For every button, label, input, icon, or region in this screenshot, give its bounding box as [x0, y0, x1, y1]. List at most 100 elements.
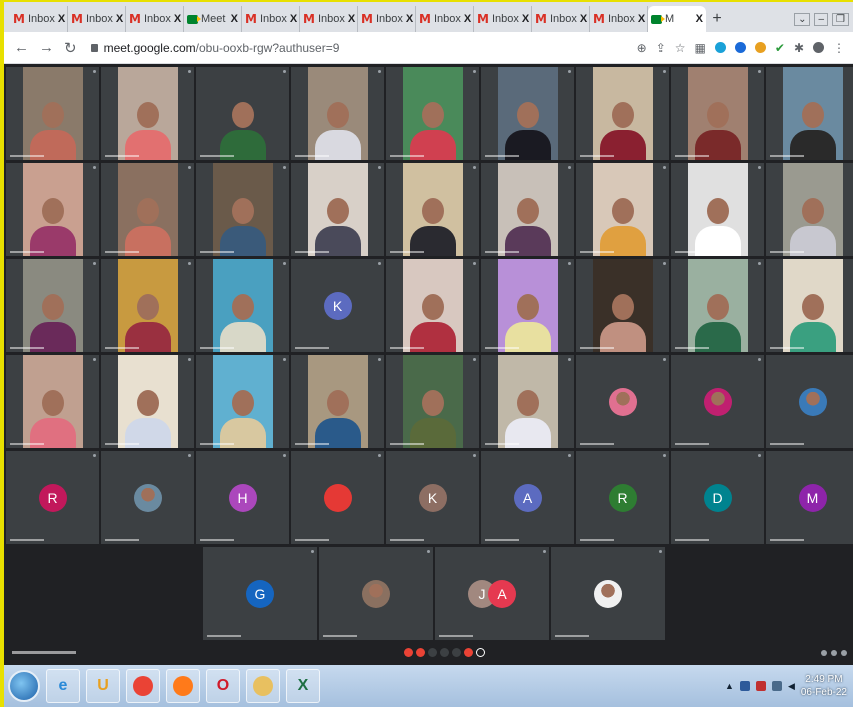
participant-tile[interactable]: [766, 163, 853, 256]
mic-off-button[interactable]: [404, 648, 413, 657]
tray-app-icon[interactable]: [739, 681, 750, 691]
tile-options-icon[interactable]: [659, 550, 662, 553]
back-icon[interactable]: ←: [14, 39, 29, 56]
tile-options-icon[interactable]: [93, 454, 96, 457]
tile-options-icon[interactable]: [663, 358, 666, 361]
tile-options-icon[interactable]: [663, 262, 666, 265]
tile-options-icon[interactable]: [283, 166, 286, 169]
people-icon[interactable]: [831, 650, 837, 656]
tile-options-icon[interactable]: [473, 262, 476, 265]
participant-tile[interactable]: [101, 163, 194, 256]
participant-tile[interactable]: A: [481, 451, 574, 544]
tile-options-icon[interactable]: [188, 70, 191, 73]
participant-tile[interactable]: H: [196, 451, 289, 544]
participant-tile[interactable]: [101, 259, 194, 352]
tile-options-icon[interactable]: [568, 70, 571, 73]
participant-tile[interactable]: [576, 259, 669, 352]
tile-options-icon[interactable]: [663, 166, 666, 169]
participant-tile[interactable]: [196, 67, 289, 160]
participant-tile[interactable]: [6, 163, 99, 256]
tab-close-icon[interactable]: X: [116, 13, 123, 25]
browser-tab[interactable]: M Inbox X: [242, 6, 300, 32]
tile-options-icon[interactable]: [188, 454, 191, 457]
browser-tab[interactable]: M Inbox X: [68, 6, 126, 32]
tab-close-icon[interactable]: X: [174, 13, 181, 25]
participant-tile[interactable]: [481, 259, 574, 352]
participant-tile[interactable]: [319, 547, 433, 640]
activities-button[interactable]: [476, 648, 485, 657]
participant-tile[interactable]: [101, 451, 194, 544]
tile-options-icon[interactable]: [283, 262, 286, 265]
minimize-button[interactable]: –: [814, 12, 829, 26]
participant-tile[interactable]: [386, 67, 479, 160]
chrome-icon[interactable]: [126, 669, 160, 703]
tile-options-icon[interactable]: [568, 454, 571, 457]
excel-icon[interactable]: X: [286, 669, 320, 703]
tile-options-icon[interactable]: [378, 262, 381, 265]
tile-options-icon[interactable]: [473, 166, 476, 169]
tile-options-icon[interactable]: [93, 358, 96, 361]
extension-icon[interactable]: [714, 42, 726, 53]
participant-tile[interactable]: [671, 67, 764, 160]
tile-options-icon[interactable]: [473, 70, 476, 73]
participant-tile[interactable]: [766, 355, 853, 448]
participant-tile[interactable]: [481, 355, 574, 448]
browser-tab[interactable]: M Inbox X: [590, 6, 648, 32]
participant-tile[interactable]: [386, 355, 479, 448]
tile-options-icon[interactable]: [188, 262, 191, 265]
participant-tile[interactable]: R: [576, 451, 669, 544]
tab-close-icon[interactable]: X: [348, 13, 355, 25]
extension-icon[interactable]: [734, 42, 746, 53]
opera-icon[interactable]: O: [206, 669, 240, 703]
tile-options-icon[interactable]: [188, 358, 191, 361]
network-icon[interactable]: [771, 681, 782, 691]
participant-tile[interactable]: R: [6, 451, 99, 544]
participant-tile[interactable]: [196, 259, 289, 352]
tray-arrow-icon[interactable]: ▲: [725, 681, 734, 691]
zoom-icon[interactable]: ⊕: [637, 41, 647, 55]
participant-tile[interactable]: [6, 259, 99, 352]
internet-explorer-icon[interactable]: e: [46, 669, 80, 703]
more-options-button[interactable]: [452, 648, 461, 657]
tile-options-icon[interactable]: [758, 454, 761, 457]
participant-tile[interactable]: [196, 355, 289, 448]
tab-close-icon[interactable]: X: [522, 13, 529, 25]
system-clock[interactable]: 2:49 PM 06-Feb-22: [801, 673, 847, 699]
participant-tile[interactable]: [766, 67, 853, 160]
tile-options-icon[interactable]: [758, 262, 761, 265]
tab-close-icon[interactable]: X: [580, 13, 587, 25]
captions-button[interactable]: [428, 648, 437, 657]
tile-options-icon[interactable]: [568, 358, 571, 361]
present-button[interactable]: [440, 648, 449, 657]
tile-options-icon[interactable]: [473, 358, 476, 361]
participant-tile[interactable]: [671, 163, 764, 256]
participant-tile[interactable]: [291, 355, 384, 448]
tile-options-icon[interactable]: [283, 358, 286, 361]
volume-icon[interactable]: ◀: [788, 681, 795, 692]
participant-tile[interactable]: [101, 355, 194, 448]
tile-options-icon[interactable]: [758, 358, 761, 361]
participant-tile[interactable]: [101, 67, 194, 160]
participant-tile[interactable]: [551, 547, 665, 640]
browser-tab[interactable]: M Inbox X: [474, 6, 532, 32]
participant-tile[interactable]: K: [291, 259, 384, 352]
new-tab-button[interactable]: +: [706, 6, 728, 32]
tile-options-icon[interactable]: [378, 166, 381, 169]
browser-tab[interactable]: M Inbox X: [532, 6, 590, 32]
info-icon[interactable]: [821, 650, 827, 656]
chat-icon[interactable]: [841, 650, 847, 656]
firefox-icon[interactable]: [166, 669, 200, 703]
participant-tile[interactable]: K: [386, 451, 479, 544]
puzzle-extensions-icon[interactable]: ✱: [794, 41, 804, 55]
participant-tile[interactable]: [671, 259, 764, 352]
tile-options-icon[interactable]: [758, 166, 761, 169]
forward-icon[interactable]: →: [39, 39, 54, 56]
tile-options-icon[interactable]: [378, 70, 381, 73]
camera-off-button[interactable]: [416, 648, 425, 657]
tab-search-icon[interactable]: ⌄: [794, 12, 811, 26]
profile-avatar[interactable]: [813, 42, 824, 53]
participant-tile[interactable]: D: [671, 451, 764, 544]
participant-tile[interactable]: [671, 355, 764, 448]
participant-tile[interactable]: [386, 163, 479, 256]
browser-tab[interactable]: M Inbox X: [126, 6, 184, 32]
